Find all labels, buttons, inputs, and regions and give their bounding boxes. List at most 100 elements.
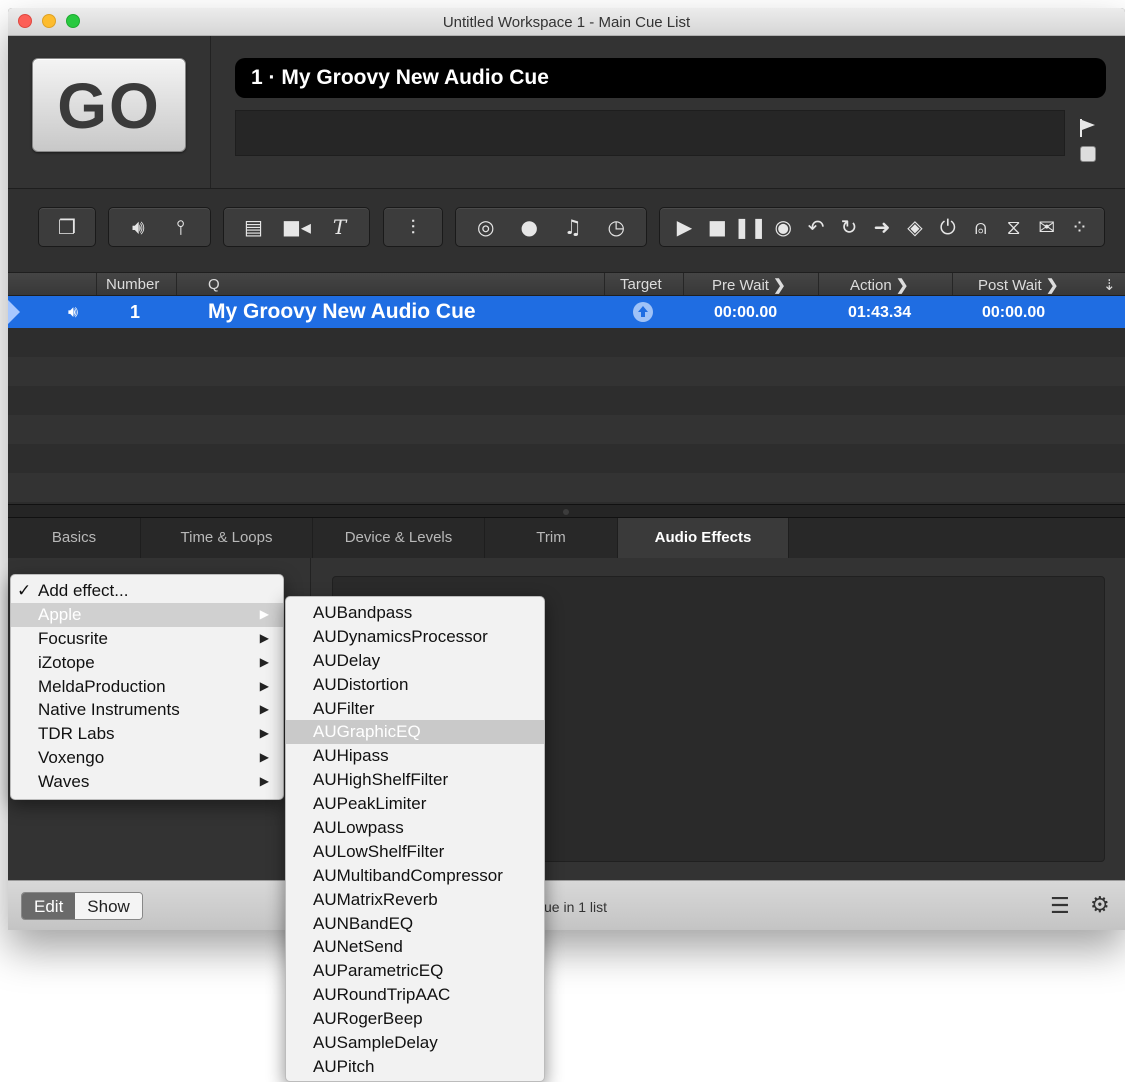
- cue-action-duration[interactable]: 01:43.34: [848, 304, 911, 322]
- go-header: GO 1 · My Groovy New Audio Cue: [8, 36, 1125, 188]
- menu-item-aupeaklimiter[interactable]: AUPeakLimiter: [286, 792, 544, 816]
- film-icon[interactable]: ▤: [240, 213, 268, 241]
- midi-icon[interactable]: ●: [515, 213, 543, 241]
- menu-item-tdr-labs[interactable]: TDR Labs ▶: [11, 722, 283, 746]
- tab-basics[interactable]: Basics: [8, 518, 141, 558]
- inspector-tabs: Basics Time & Loops Device & Levels Trim…: [8, 518, 1125, 558]
- speaker-icon[interactable]: 🔊︎: [124, 213, 152, 241]
- play-icon[interactable]: ▶: [670, 213, 698, 241]
- submenu-arrow-icon: ▶: [259, 774, 269, 789]
- tab-device-levels[interactable]: Device & Levels: [313, 518, 485, 558]
- reload-icon[interactable]: ↻: [835, 213, 863, 241]
- menu-item-aumatrixreverb[interactable]: AUMatrixReverb: [286, 888, 544, 912]
- menu-item-apple[interactable]: Apple ▶: [11, 602, 283, 627]
- menu-item-aufilter[interactable]: AUFilter: [286, 697, 544, 721]
- undo-icon[interactable]: ↶: [802, 213, 830, 241]
- edit-mode-button[interactable]: Edit: [22, 893, 76, 919]
- music-note-icon[interactable]: ♫: [559, 213, 587, 241]
- menu-item-aunetsend[interactable]: AUNetSend: [286, 935, 544, 959]
- show-mode-button[interactable]: Show: [75, 893, 142, 919]
- goto-icon[interactable]: ⍝: [967, 213, 995, 241]
- menu-item-aulowshelffilter[interactable]: AULowShelfFilter: [286, 840, 544, 864]
- split-divider[interactable]: [8, 504, 1125, 518]
- menu-item-auhighshelffilter[interactable]: AUHighShelfFilter: [286, 768, 544, 792]
- tab-trim[interactable]: Trim: [485, 518, 618, 558]
- cue-list-body[interactable]: [8, 328, 1125, 504]
- menu-item-focusrite[interactable]: Focusrite ▶: [11, 627, 283, 651]
- devamp-icon[interactable]: ◈: [901, 213, 929, 241]
- record-icon[interactable]: ◉: [769, 213, 797, 241]
- cue-row[interactable]: 🔊︎ 1 My Groovy New Audio Cue 00:00.00 01…: [8, 296, 1125, 328]
- cue-name[interactable]: My Groovy New Audio Cue: [208, 300, 476, 324]
- cue-pre-wait[interactable]: 00:00.00: [714, 304, 777, 322]
- target-status-icon: [633, 302, 653, 322]
- menu-item-meldaproduction[interactable]: MeldaProduction ▶: [11, 675, 283, 699]
- column-number[interactable]: Number: [106, 276, 159, 293]
- toolbar-group-transport: ▶ ■ ❚❚ ◉ ↶ ↻ ➜ ◈ ⏻ ⍝ ⧖ ✉ ⁘: [659, 207, 1105, 247]
- sort-arrow-icon[interactable]: ⇣: [1103, 276, 1116, 294]
- column-target[interactable]: Target: [620, 276, 662, 293]
- menu-item-aupitch[interactable]: AUPitch: [286, 1055, 544, 1079]
- menu-item-auparametriceq[interactable]: AUParametricEQ: [286, 959, 544, 983]
- menu-item-aunbandeq[interactable]: AUNBandEQ: [286, 912, 544, 936]
- menu-item-augraphiceq[interactable]: AUGraphicEQ: [286, 720, 544, 745]
- submenu-arrow-icon: ▶: [259, 654, 269, 669]
- stop-icon[interactable]: ■: [703, 213, 731, 241]
- flag-icon[interactable]: [1078, 118, 1098, 138]
- script-icon[interactable]: ⁘: [1066, 213, 1094, 241]
- column-q[interactable]: Q: [208, 276, 220, 293]
- group-icon[interactable]: ❐: [53, 213, 81, 241]
- add-effect-menu: ✓ Add effect... Apple ▶ Focusrite ▶ iZotop…: [10, 574, 284, 800]
- power-icon[interactable]: ⏻: [934, 213, 962, 241]
- go-area: GO: [8, 36, 211, 188]
- cue-post-wait[interactable]: 00:00.00: [982, 304, 1045, 322]
- menu-item-izotope[interactable]: iZotope ▶: [11, 651, 283, 675]
- arrow-right-icon[interactable]: ➜: [868, 213, 896, 241]
- pause-icon[interactable]: ❚❚: [734, 213, 768, 241]
- column-action[interactable]: Action ❯: [850, 276, 908, 294]
- cue-toolbar: ❐ 🔊︎ ⫯ ▤ ■◂ T ⫶ ◎ ● ♫ ◷ ▶ ■ ❚❚ ◉ ↶ ↻ ➜ ◈: [8, 188, 1125, 272]
- menu-item-voxengo[interactable]: Voxengo ▶: [11, 746, 283, 770]
- menu-item-audynamicsprocessor[interactable]: AUDynamicsProcessor: [286, 625, 544, 649]
- go-button[interactable]: GO: [32, 58, 186, 152]
- add-effect-header[interactable]: ✓ Add effect...: [11, 579, 283, 603]
- column-post-wait[interactable]: Post Wait ❯: [978, 276, 1058, 294]
- list-icon[interactable]: ☰: [1050, 894, 1076, 919]
- menu-item-auhipass[interactable]: AUHipass: [286, 744, 544, 768]
- mic-icon[interactable]: ⫯: [167, 213, 195, 241]
- cue-notes-field[interactable]: [235, 110, 1065, 156]
- chevron-right-icon: ❯: [1045, 277, 1059, 294]
- toolbar-group-audio: 🔊︎ ⫯: [108, 207, 211, 247]
- menu-item-native-instruments[interactable]: Native Instruments ▶: [11, 698, 283, 722]
- camera-icon[interactable]: ■◂: [282, 213, 311, 241]
- cue-number[interactable]: 1: [130, 302, 140, 323]
- column-pre-wait[interactable]: Pre Wait ❯: [712, 276, 786, 294]
- submenu-arrow-icon: ▶: [259, 678, 269, 693]
- menu-item-audelay[interactable]: AUDelay: [286, 649, 544, 673]
- submenu-arrow-icon: ▶: [259, 726, 269, 741]
- toolbar-group-1: ❐: [38, 207, 96, 247]
- gear-icon[interactable]: ⚙: [1090, 893, 1116, 918]
- target-icon[interactable]: ◎: [472, 213, 500, 241]
- status-bar: Edit Show ue in 1 list ☰ ⚙: [8, 880, 1125, 930]
- menu-item-auroundtripaac[interactable]: AURoundTripAAC: [286, 983, 544, 1007]
- menu-item-waves[interactable]: Waves ▶: [11, 770, 283, 794]
- hourglass-icon[interactable]: ⧖: [1000, 213, 1028, 241]
- chevron-right-icon: ❯: [895, 277, 909, 294]
- tab-time-loops[interactable]: Time & Loops: [141, 518, 313, 558]
- menu-item-aulowpass[interactable]: AULowpass: [286, 816, 544, 840]
- tab-audio-effects[interactable]: Audio Effects: [618, 518, 789, 558]
- audio-cue-icon: 🔊︎: [68, 302, 79, 321]
- menu-item-ausampledelay[interactable]: AUSampleDelay: [286, 1031, 544, 1055]
- menu-item-audistortion[interactable]: AUDistortion: [286, 673, 544, 697]
- menu-item-aumultibandcompressor[interactable]: AUMultibandCompressor: [286, 864, 544, 888]
- clock-icon[interactable]: ◷: [602, 213, 630, 241]
- menu-item-aubandpass[interactable]: AUBandpass: [286, 601, 544, 625]
- toolbar-group-control: ◎ ● ♫ ◷: [455, 207, 647, 247]
- text-icon[interactable]: T: [326, 213, 354, 241]
- fader-icon[interactable]: ⫶: [399, 213, 427, 241]
- menu-item-aurogerbeep[interactable]: AURogerBeep: [286, 1007, 544, 1031]
- memo-icon[interactable]: ✉: [1033, 213, 1061, 241]
- flag-checkbox[interactable]: [1080, 146, 1096, 162]
- check-icon: ✓: [17, 581, 32, 600]
